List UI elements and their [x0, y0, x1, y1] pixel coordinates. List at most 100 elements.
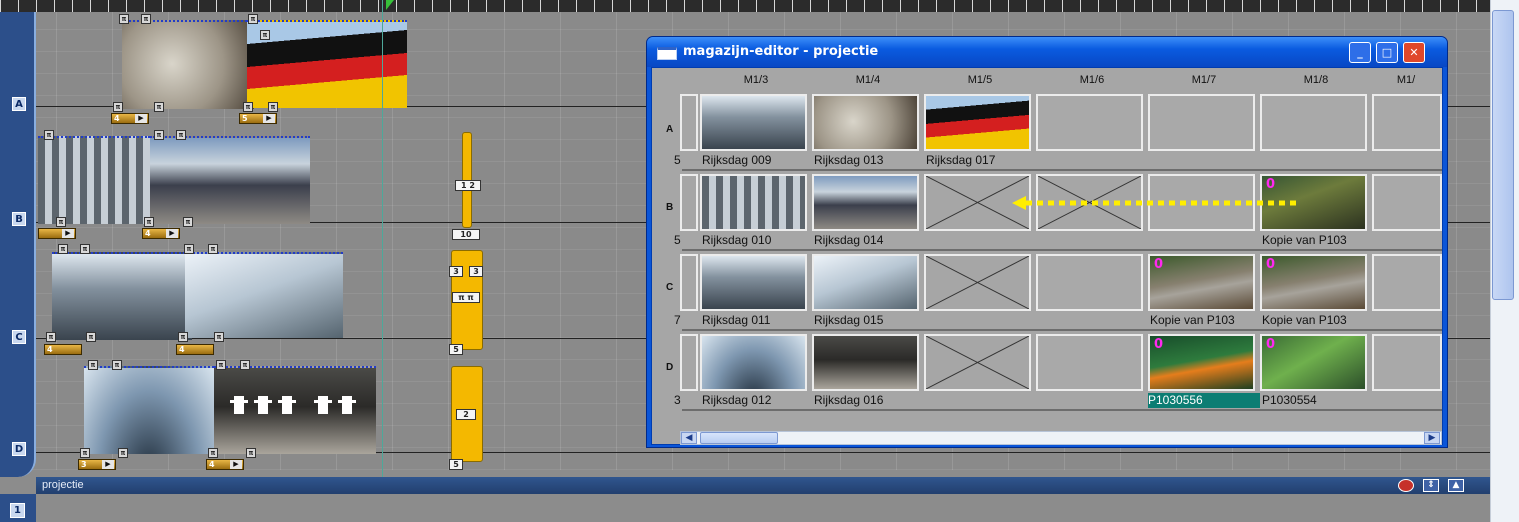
- track-label-a[interactable]: A: [12, 97, 26, 111]
- horizontal-scrollbar[interactable]: [680, 431, 1442, 445]
- transition-marker[interactable]: 2: [456, 409, 476, 420]
- clip-handle[interactable]: π: [58, 244, 68, 254]
- timeline-photo[interactable]: [185, 252, 343, 338]
- grid-cell[interactable]: [680, 334, 698, 391]
- expand-collapse-icon[interactable]: ⇕: [1423, 479, 1439, 492]
- grid-cell[interactable]: [812, 254, 919, 311]
- clip-tag[interactable]: 4: [44, 344, 82, 355]
- grid-cell[interactable]: [680, 94, 698, 151]
- clip-handle[interactable]: π: [44, 130, 54, 140]
- clip-handle[interactable]: π: [86, 332, 96, 342]
- grid-cell-empty[interactable]: [1036, 334, 1143, 391]
- grid-cell[interactable]: [812, 94, 919, 151]
- grid-cell[interactable]: [700, 254, 807, 311]
- playhead-marker-icon[interactable]: [386, 0, 394, 10]
- transition-marker[interactable]: 1 2: [455, 180, 481, 191]
- clip-tag[interactable]: 3 ▶: [78, 459, 116, 470]
- horizontal-scrollbar-thumb[interactable]: [700, 432, 778, 444]
- grid-cell[interactable]: [812, 174, 919, 231]
- clip-handle[interactable]: π: [240, 360, 250, 370]
- timeline-photo[interactable]: [122, 20, 254, 109]
- grid-cell[interactable]: 0: [1148, 254, 1255, 311]
- clip-handle[interactable]: π: [214, 332, 224, 342]
- grid-cell[interactable]: [924, 94, 1031, 151]
- clip-handle[interactable]: π: [176, 130, 186, 140]
- clip-handle[interactable]: π: [154, 102, 164, 112]
- grid-cell[interactable]: [812, 334, 919, 391]
- grid-cell-empty[interactable]: [1372, 94, 1442, 151]
- clip-handle[interactable]: π: [80, 244, 90, 254]
- clip-handle[interactable]: π: [154, 130, 164, 140]
- collapse-up-icon[interactable]: ▲: [1448, 479, 1464, 492]
- clip-handle[interactable]: π: [178, 332, 188, 342]
- track-label-c[interactable]: C: [12, 330, 26, 344]
- grid-cell-empty[interactable]: [1036, 254, 1143, 311]
- transition-tag[interactable]: 10: [452, 229, 480, 240]
- transition-tag[interactable]: 3: [469, 266, 483, 277]
- timeline-photo[interactable]: [52, 252, 192, 340]
- clip-handle[interactable]: π: [248, 14, 258, 24]
- scroll-right-icon[interactable]: ▶: [1424, 432, 1440, 444]
- window-titlebar[interactable]: magazijn-editor - projectie _ □ ✕: [647, 37, 1447, 67]
- clip-handle[interactable]: π: [144, 217, 154, 227]
- grid-cell-empty[interactable]: [1036, 94, 1143, 151]
- clip-handle[interactable]: π: [113, 102, 123, 112]
- clip-handle[interactable]: π: [208, 244, 218, 254]
- timeline-photo[interactable]: [84, 366, 214, 454]
- grid-cell[interactable]: [680, 174, 698, 231]
- timeline-photo[interactable]: [38, 136, 150, 224]
- clip-handle[interactable]: π: [260, 30, 270, 40]
- maximize-icon[interactable]: □: [1376, 42, 1398, 63]
- grid-cell-empty[interactable]: [1372, 254, 1442, 311]
- grid-cell[interactable]: [680, 254, 698, 311]
- grid-cell-placeholder[interactable]: [924, 334, 1031, 391]
- clip-handle[interactable]: π: [118, 448, 128, 458]
- clip-handle[interactable]: π: [56, 217, 66, 227]
- grid-cell-placeholder[interactable]: [924, 254, 1031, 311]
- clip-handle[interactable]: π: [80, 448, 90, 458]
- grid-cell-empty[interactable]: [1148, 94, 1255, 151]
- clip-handle[interactable]: π: [243, 102, 253, 112]
- transition-tag[interactable]: 5: [449, 459, 463, 470]
- grid-cell[interactable]: [700, 174, 807, 231]
- timeline-photo[interactable]: [150, 136, 310, 224]
- track-label-d[interactable]: D: [12, 442, 26, 456]
- clip-tag[interactable]: 4 ▶: [111, 113, 149, 124]
- clip-handle[interactable]: π: [88, 360, 98, 370]
- clip-handle[interactable]: π: [141, 14, 151, 24]
- clip-handle[interactable]: π: [112, 360, 122, 370]
- time-ruler[interactable]: [0, 0, 1490, 12]
- grid-cell[interactable]: [700, 334, 807, 391]
- scroll-left-icon[interactable]: ◀: [681, 432, 697, 444]
- clip-handle[interactable]: π: [208, 448, 218, 458]
- transition-marker[interactable]: π π: [452, 292, 480, 303]
- grid-cell-empty[interactable]: [1372, 334, 1442, 391]
- playhead-line[interactable]: [382, 0, 383, 522]
- grid-cell[interactable]: 0: [1260, 254, 1367, 311]
- clip-tag[interactable]: 4: [176, 344, 214, 355]
- clip-handle[interactable]: π: [183, 217, 193, 227]
- vertical-scrollbar-thumb[interactable]: [1492, 10, 1514, 300]
- record-icon[interactable]: [1398, 479, 1414, 492]
- clip-tag[interactable]: 4 ▶: [142, 228, 180, 239]
- clip-handle[interactable]: π: [246, 448, 256, 458]
- grid-cell[interactable]: [700, 94, 807, 151]
- clip-handle[interactable]: π: [46, 332, 56, 342]
- clip-handle[interactable]: π: [216, 360, 226, 370]
- grid-cell-empty[interactable]: [1260, 94, 1367, 151]
- transition-tag[interactable]: 3: [449, 266, 463, 277]
- grid-cell[interactable]: 0: [1148, 334, 1255, 391]
- track-label-b[interactable]: B: [12, 212, 26, 226]
- clip-tag[interactable]: 5 ▶: [239, 113, 277, 124]
- clip-tag[interactable]: 4 ▶: [206, 459, 244, 470]
- lower-track-label[interactable]: 1: [10, 503, 25, 518]
- clip-handle[interactable]: π: [184, 244, 194, 254]
- minimize-icon[interactable]: _: [1349, 42, 1371, 63]
- grid-cell[interactable]: 0: [1260, 334, 1367, 391]
- timeline-photo[interactable]: [214, 366, 376, 454]
- transition-tag[interactable]: 5: [449, 344, 463, 355]
- timeline-photo[interactable]: [247, 20, 407, 108]
- grid-cell-empty[interactable]: [1372, 174, 1442, 231]
- clip-tag[interactable]: ▶: [38, 228, 76, 239]
- magazijn-editor-window[interactable]: magazijn-editor - projectie _ □ ✕ M1/3 M…: [646, 36, 1448, 448]
